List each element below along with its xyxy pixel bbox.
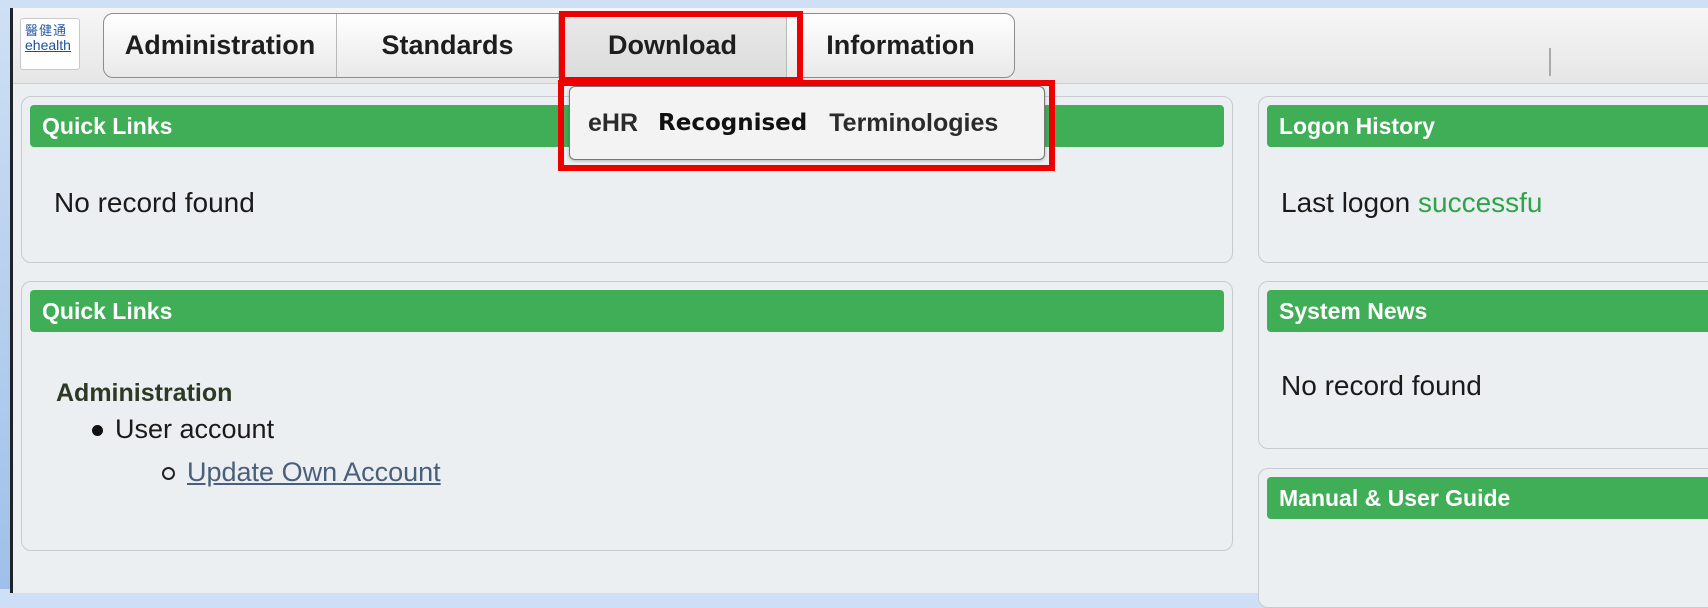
list-item-label: User account (115, 414, 275, 444)
empty-state-text: No record found (1281, 370, 1482, 401)
dropdown-item-word-ehr[interactable]: eHR (588, 109, 638, 138)
manual-user-guide-panel: Manual & User Guide (1258, 468, 1708, 608)
main-menu: Administration Standards Download Inform… (103, 13, 1015, 78)
last-logon-prefix: Last logon (1281, 187, 1418, 218)
panel-header: Manual & User Guide (1267, 477, 1708, 519)
section-heading-administration: Administration (56, 379, 233, 407)
logon-history-panel: Logon History Last logon successfu (1258, 96, 1708, 263)
ehealth-logo[interactable]: 醫健通 ehealth (20, 18, 80, 70)
update-own-account-link[interactable]: Update Own Account (187, 457, 441, 487)
empty-state-text: No record found (54, 187, 255, 218)
dropdown-item-word-recognised[interactable]: Recognised (658, 110, 807, 136)
list-item-update-own-account: Update Own Account (162, 457, 441, 488)
dropdown-item-word-terminologies[interactable]: Terminologies (829, 109, 998, 138)
download-dropdown-menu[interactable]: eHR Recognised Terminologies (569, 86, 1045, 160)
menu-download[interactable]: Download (559, 14, 787, 77)
app-window: 醫健通 ehealth Administration Standards Dow… (10, 8, 1708, 608)
circle-bullet-icon (162, 467, 175, 481)
logon-status: successfu (1418, 187, 1543, 218)
quick-links-panel-2: Quick Links Administration User account … (21, 281, 1233, 551)
menu-standards[interactable]: Standards (337, 14, 559, 77)
last-logon-text: Last logon successfu (1281, 187, 1543, 219)
panel-header: System News (1267, 290, 1708, 332)
panel-header: Logon History (1267, 105, 1708, 147)
logo-chinese-text: 醫健通 (25, 23, 68, 38)
system-news-panel: System News No record found (1258, 281, 1708, 449)
bullet-icon (92, 425, 103, 437)
panel-header: Quick Links (30, 290, 1224, 332)
menu-information[interactable]: Information (787, 14, 1014, 77)
top-navigation-bar: 醫健通 ehealth Administration Standards Dow… (13, 8, 1708, 84)
menu-administration[interactable]: Administration (104, 14, 337, 77)
logo-english-text: ehealth (25, 37, 71, 53)
list-item-user-account: User account (92, 414, 274, 445)
toolbar-separator (1549, 48, 1551, 76)
